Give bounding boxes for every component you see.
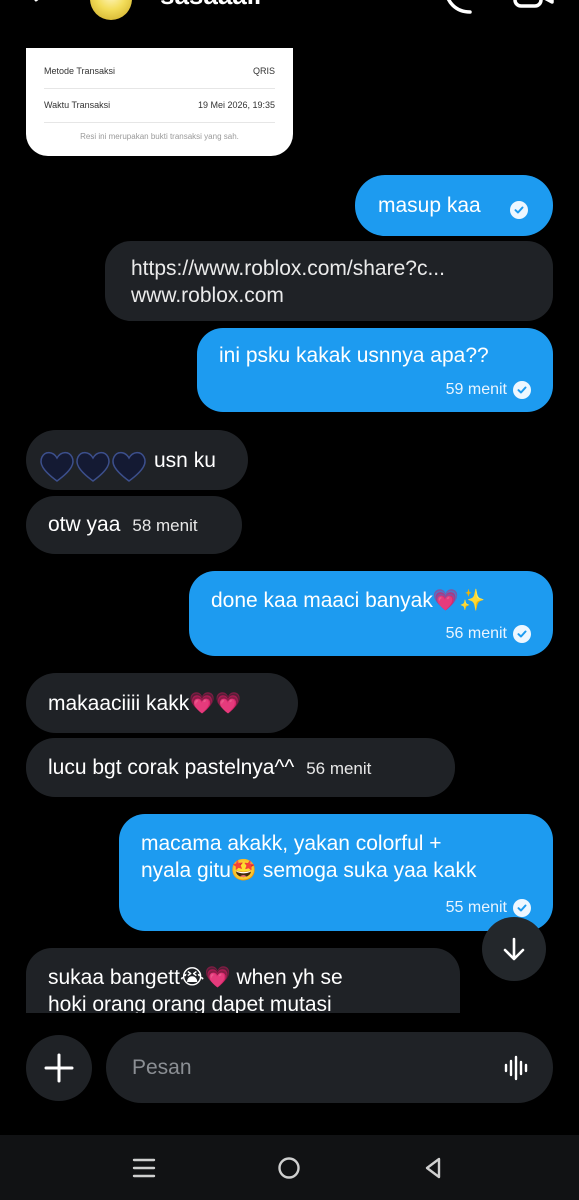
message-time: 56 menit xyxy=(306,759,372,778)
message-bubble-incoming[interactable]: lucu bgt corak pastelnya^^ 56 menit xyxy=(26,738,455,797)
heart-stickers xyxy=(38,448,146,484)
check-circle-icon xyxy=(513,380,531,399)
black-heart-icon xyxy=(112,451,146,482)
black-heart-icon xyxy=(40,451,74,482)
message-input[interactable] xyxy=(106,1032,553,1103)
video-call-icon[interactable] xyxy=(512,0,554,18)
avatar[interactable] xyxy=(90,0,132,20)
receipt-row: Metode Transaksi QRIS xyxy=(44,60,275,82)
divider xyxy=(44,88,275,89)
nav-menu-icon[interactable] xyxy=(131,1155,157,1181)
black-heart-icon xyxy=(76,451,110,482)
receipt-value: QRIS xyxy=(252,66,275,76)
message-meta: 56 menit xyxy=(446,620,531,647)
receipt-label: Waktu Transaksi xyxy=(44,100,111,110)
receipt-note: Resi ini merupakan bukti transaksi yang … xyxy=(80,132,239,141)
message-text: done kaa maaci banyak💗✨ xyxy=(211,589,486,612)
check-circle-icon xyxy=(510,201,528,219)
link-url[interactable]: https://www.roblox.com/share?c... xyxy=(131,255,529,282)
plus-icon xyxy=(44,1053,74,1083)
message-text: lucu bgt corak pastelnya^^ xyxy=(48,756,295,779)
message-bubble-outgoing[interactable]: ini psku kakak usnnya apa?? 59 menit xyxy=(197,328,553,412)
message-bubble-incoming[interactable]: makaaciiii kakk💗💗 xyxy=(26,673,298,733)
message-text: ini psku kakak usnnya apa?? xyxy=(219,344,489,367)
scroll-to-bottom-button[interactable] xyxy=(482,917,546,981)
add-attachment-button[interactable] xyxy=(26,1035,92,1101)
message-text-line: nyala gitu🤩 semoga suka yaa kakk xyxy=(141,859,477,882)
nav-home-icon[interactable] xyxy=(276,1155,302,1181)
arrow-down-icon xyxy=(503,937,525,961)
message-text: usn ku xyxy=(154,449,216,472)
receipt-image[interactable]: Metode Transaksi QRIS Waktu Transaksi 19… xyxy=(26,48,293,156)
message-time: 59 menit xyxy=(445,381,507,398)
link-domain: www.roblox.com xyxy=(131,284,284,307)
nav-back-icon[interactable] xyxy=(421,1155,447,1181)
message-bubble-incoming[interactable]: otw yaa 58 menit xyxy=(26,496,242,554)
back-arrow-icon[interactable] xyxy=(26,0,54,14)
message-text-line: sukaa bangett😭💗 when yh se xyxy=(48,966,343,989)
chat-header: sasaaaii xyxy=(0,0,579,20)
receipt-row: Waktu Transaksi 19 Mei 2026, 19:35 xyxy=(44,94,275,116)
check-circle-icon xyxy=(513,624,531,643)
contact-name[interactable]: sasaaaii xyxy=(160,0,261,11)
receipt-value: 19 Mei 2026, 19:35 xyxy=(197,100,275,110)
phone-icon[interactable] xyxy=(440,0,474,18)
divider xyxy=(44,122,275,123)
check-circle-icon xyxy=(513,898,531,917)
message-text: makaaciiii kakk💗💗 xyxy=(48,692,242,715)
message-text: masup kaa xyxy=(378,194,481,217)
voice-wave-icon[interactable] xyxy=(503,1054,531,1082)
message-time: 56 menit xyxy=(445,625,507,642)
message-bubble-outgoing[interactable]: masup kaa xyxy=(355,175,553,236)
message-text: otw yaa xyxy=(48,513,121,536)
message-bubble-outgoing[interactable]: macama akakk, yakan colorful + nyala git… xyxy=(119,814,553,931)
link-preview-bubble[interactable]: https://www.roblox.com/share?c... www.ro… xyxy=(105,241,553,321)
message-bubble-outgoing[interactable]: done kaa maaci banyak💗✨ 56 menit xyxy=(189,571,553,656)
message-text-line: macama akakk, yakan colorful + xyxy=(141,832,442,855)
message-time: 55 menit xyxy=(445,899,507,916)
message-meta: 59 menit xyxy=(446,376,531,403)
message-time: 58 menit xyxy=(132,516,198,535)
receipt-label: Metode Transaksi xyxy=(44,66,116,76)
